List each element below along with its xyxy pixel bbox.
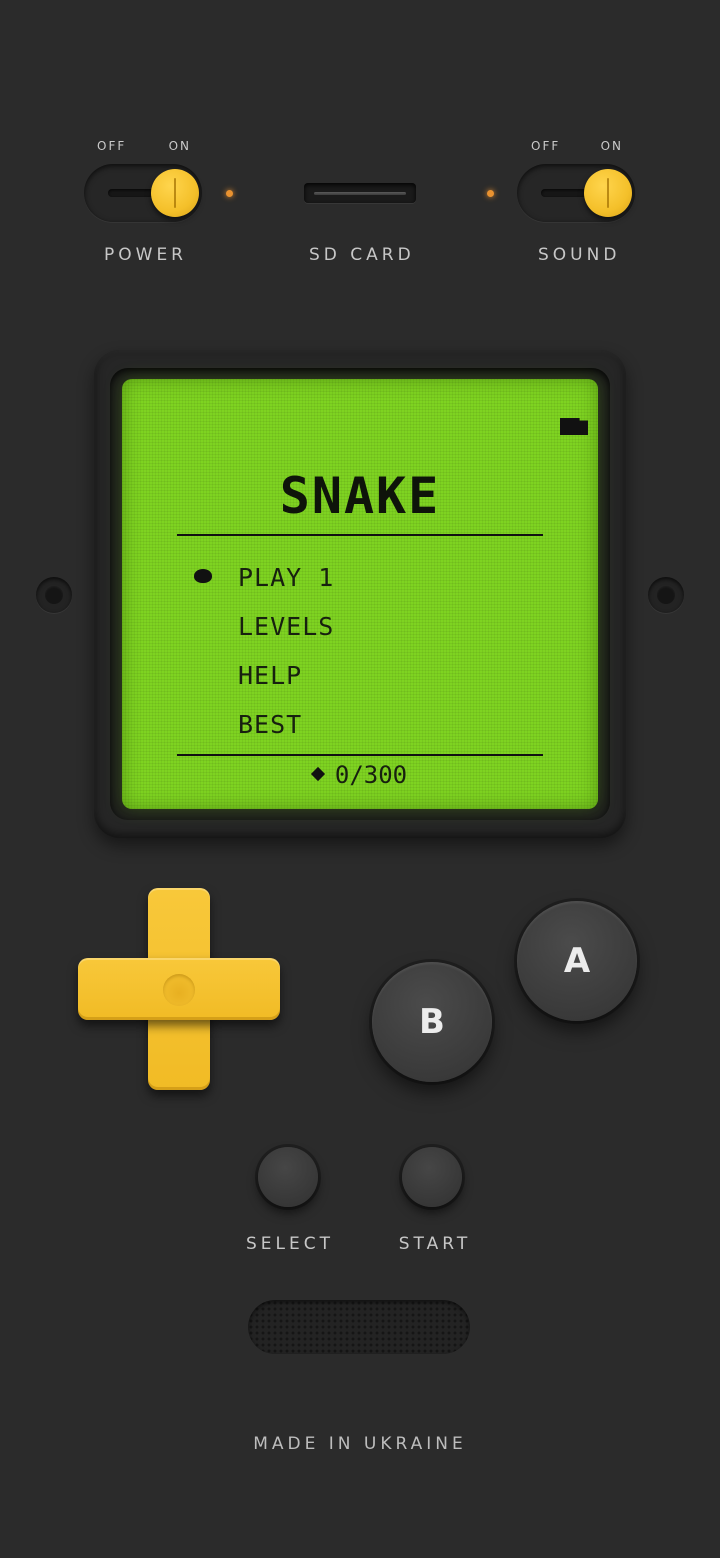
select-button[interactable] [258, 1147, 318, 1207]
power-switch-knob[interactable] [151, 169, 199, 217]
menu-item-levels[interactable]: LEVELS [238, 612, 334, 641]
speaker-grille [248, 1300, 470, 1354]
power-switch[interactable] [84, 164, 202, 222]
dpad-right[interactable] [210, 958, 280, 1020]
dpad-down[interactable] [148, 1020, 210, 1090]
score-value: 0/300 [334, 761, 408, 789]
power-led-indicator [226, 190, 233, 197]
sound-off-label: OFF [531, 139, 561, 153]
sound-switch[interactable] [517, 164, 635, 222]
diamond-icon [310, 766, 325, 782]
menu-cursor-icon [194, 569, 212, 583]
start-button[interactable] [402, 1147, 462, 1207]
sound-on-label: ON [600, 139, 623, 153]
power-on-label: ON [168, 139, 191, 153]
start-label: START [398, 1234, 472, 1254]
dpad-up[interactable] [148, 888, 210, 958]
sd-card-slot[interactable] [304, 183, 416, 203]
menu-item-play[interactable]: PLAY 1 [238, 563, 334, 592]
menu-item-help[interactable]: HELP [238, 661, 302, 690]
a-button[interactable]: A [517, 901, 637, 1021]
sound-led-indicator [487, 190, 494, 197]
menu-item-best[interactable]: BEST [238, 710, 302, 739]
dpad-left[interactable] [78, 958, 148, 1020]
right-screw-icon [648, 577, 684, 613]
score-display: 0/300 [122, 761, 598, 789]
title-divider [177, 534, 543, 536]
sound-switch-labels: OFF ON [531, 139, 623, 153]
sound-switch-knob[interactable] [584, 169, 632, 217]
made-in-label: MADE IN UKRAINE [253, 1434, 467, 1454]
select-label: SELECT [246, 1234, 334, 1254]
battery-icon [560, 418, 588, 435]
b-button[interactable]: B [372, 962, 492, 1082]
power-off-label: OFF [97, 139, 127, 153]
lcd-screen[interactable]: SNAKE PLAY 1 LEVELS HELP BEST 0/300 [122, 379, 598, 809]
dpad-center [163, 974, 195, 1006]
left-screw-icon [36, 577, 72, 613]
b-button-label: B [419, 1002, 445, 1042]
sound-label: SOUND [538, 245, 621, 265]
score-divider [177, 754, 543, 756]
sd-card-label: SD CARD [309, 245, 415, 265]
a-button-label: A [563, 941, 591, 981]
power-label: POWER [104, 245, 187, 265]
game-title: SNAKE [279, 467, 441, 525]
power-switch-labels: OFF ON [97, 139, 191, 153]
